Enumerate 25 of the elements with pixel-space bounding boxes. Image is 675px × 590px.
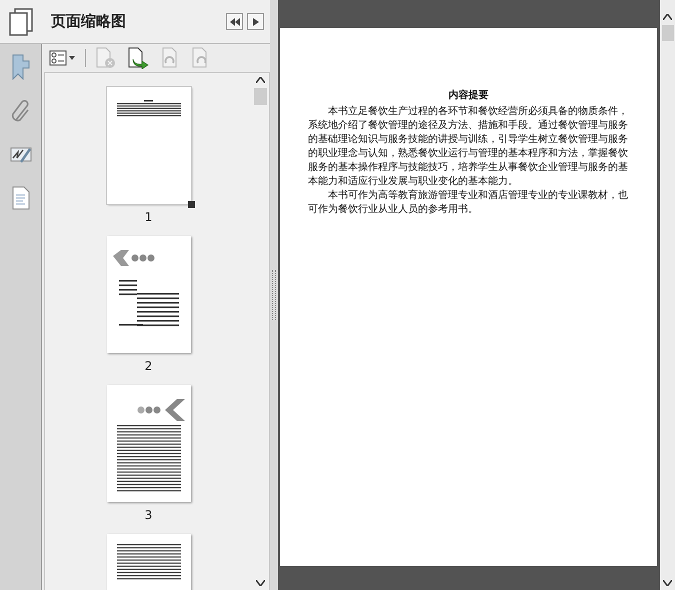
- document-icon[interactable]: [12, 186, 30, 210]
- scroll-thumb[interactable]: [254, 88, 267, 105]
- page-paragraph: 本书立足餐饮生产过程的各环节和餐饮经营所必须具备的物质条件，系统地介绍了餐饮管理的途径及方法、措施和手段。通过餐饮管理与服务的基础理论知识与服务技能的讲授与训练，引导学生树立餐饮管理与服务的职业理念与认知，熟悉餐饮业运行与管理的基本程序和方法，掌握餐饮服务的基本操作程序与技能技巧，培养学生从事餐饮企业管理与服务的基本能力和适应行业发展与职业变化的基本能力。: [308, 105, 629, 189]
- page-number: 2: [144, 359, 152, 373]
- scroll-thumb[interactable]: [662, 25, 674, 41]
- page-delete-icon: [96, 47, 116, 69]
- list-options-icon: [49, 50, 75, 66]
- double-left-icon: [230, 18, 240, 26]
- right-triangle-icon: [252, 18, 258, 26]
- pages-icon: [8, 8, 34, 36]
- page-heading: 内容提要: [448, 88, 490, 102]
- page-arrow-icon: [128, 47, 150, 69]
- page-number: 3: [144, 508, 152, 522]
- resize-handle[interactable]: [188, 201, 194, 208]
- panel-title: 页面缩略图: [51, 12, 127, 31]
- options-button[interactable]: [47, 50, 77, 66]
- page-thumbnail[interactable]: [106, 385, 190, 502]
- collapse-button[interactable]: [226, 13, 243, 30]
- paperclip-icon[interactable]: [10, 100, 32, 124]
- text-lines-drawing: [116, 100, 180, 116]
- next-button[interactable]: [247, 13, 264, 30]
- page-paragraph: 本书可作为高等教育旅游管理专业和酒店管理专业的专业课教材，也可作为餐饮行业从业人员的参考用书。: [308, 189, 629, 217]
- page-thumbnail[interactable]: [106, 236, 190, 353]
- page-number: 1: [144, 210, 152, 224]
- scrollbar[interactable]: [660, 0, 675, 590]
